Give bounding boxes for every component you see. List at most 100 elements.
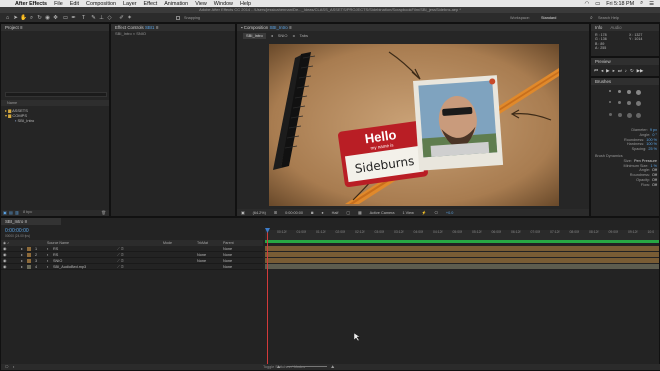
time-ruler[interactable]: 00:12f 01:00f 01:12f 02:00f 02:12f 03:00f 03:1… [265,230,659,240]
project-item-sbi-intro[interactable]: ▪ SBI_Intro [1,118,109,123]
menu-edit[interactable]: Edit [70,1,79,7]
zoom-in-icon[interactable]: ⛰ [331,364,334,370]
track-area[interactable] [265,246,659,276]
camera-tool-icon[interactable]: ◉ [44,15,51,21]
transparency-grid-icon[interactable]: ▦ [358,210,362,215]
label-color-swatch[interactable] [27,253,31,257]
layer-duration-bar[interactable] [265,252,659,257]
snapshot-icon[interactable]: ◙ [311,211,313,215]
visibility-eye-icon[interactable]: ◉ [3,264,6,270]
composition-viewer[interactable]: Hello my name is Sideburns [269,44,559,206]
spotlight-search-icon[interactable]: ⌕ [640,0,643,7]
menu-window[interactable]: Window [214,1,233,7]
rectangle-tool-icon[interactable]: ▭ [62,15,69,21]
bit-depth[interactable]: 8 bpc [23,210,32,214]
puppet-tool-icon[interactable]: ✶ [126,15,133,21]
layer-name[interactable]: SBI_AudioBed.mp3 [53,264,86,270]
interpret-footage-icon[interactable]: ▣ [3,210,7,215]
pan-behind-tool-icon[interactable]: ✥ [52,15,59,21]
brush-presets[interactable] [609,90,643,122]
spacing-value[interactable]: 25 % [648,147,657,152]
comp-mini-flowchart-icon[interactable]: ⎔ [5,364,8,370]
layer-parent[interactable]: None [223,264,232,270]
preview-tab[interactable]: Preview [591,58,659,65]
layer-duration-bar[interactable] [265,264,659,269]
crumb-snio[interactable]: SNIO [278,33,288,39]
menu-help[interactable]: Help [240,1,251,7]
snapping-checkbox[interactable] [176,16,180,20]
crumb-sbi-intro[interactable]: SBI_Intro [243,33,266,39]
layer-duration-bar[interactable] [265,258,659,263]
label-color-swatch[interactable] [27,247,31,251]
menu-composition[interactable]: Composition [86,1,116,7]
rotate-tool-icon[interactable]: ↻ [36,15,43,21]
effect-controls-tab[interactable]: Effect Controls SBI1 ≡ [111,24,235,31]
home-icon[interactable]: ⌂ [4,15,11,21]
loop-icon[interactable]: ↻ [630,68,634,74]
previous-frame-icon[interactable]: ◂ [601,68,603,74]
eraser-tool-icon[interactable]: ◇ [106,15,113,21]
play-icon[interactable]: ▶ [606,68,609,74]
search-help-input[interactable]: Search Help [598,15,619,21]
menu-animation[interactable]: Animation [164,1,188,7]
notification-center-icon[interactable]: ☰ [649,1,654,7]
ram-preview-icon[interactable]: ▶▶ [637,68,644,74]
search-help-icon[interactable]: ⌕ [590,15,593,21]
menu-view[interactable]: View [195,1,207,7]
timeline-tab[interactable]: SBI_Intro ≡ [1,218,61,225]
resolution-dropdown[interactable]: Half [332,211,339,215]
toggle-switches-icon[interactable]: ◐ [13,364,15,370]
trash-icon[interactable]: 🗑 [101,210,106,215]
region-of-interest-icon[interactable]: ▢ [346,210,350,215]
current-time[interactable]: 0:00:00:00 [285,211,303,215]
clock[interactable]: Fri 5:18 PM [606,1,634,7]
exposure-value[interactable]: +0.0 [446,211,454,215]
brush-tool-icon[interactable]: ✎ [90,15,97,21]
fast-previews-icon[interactable]: ⚡ [422,210,427,215]
safe-zones-icon[interactable]: ⊞ [274,210,277,215]
first-frame-icon[interactable]: ⏮ [594,68,598,74]
next-frame-icon[interactable]: ▸ [613,68,615,74]
composition-tab[interactable]: ▪ Composition SBI_Intro ≡ [237,24,589,31]
label-color-swatch[interactable] [27,265,31,269]
workspace-dropdown[interactable]: Standard [541,15,556,21]
roto-brush-tool-icon[interactable]: ✐ [118,15,125,21]
timeline-layer-row[interactable]: ◉ ▸ 4 ▪ SBI_AudioBed.mp3 ⟋ ⊘ None [1,264,263,270]
audio-icon[interactable]: ♪ [625,68,627,74]
battery-icon[interactable]: ▭ [595,1,600,7]
brushes-tab[interactable]: Brushes [591,78,659,85]
new-folder-icon[interactable]: ▤ [9,210,13,215]
label-color-swatch[interactable] [27,259,31,263]
info-tab[interactable]: Info [595,24,602,31]
selection-tool-icon[interactable]: ➤ [12,15,19,21]
zoom-slider[interactable] [287,366,327,367]
view-layout-dropdown[interactable]: 1 View [402,211,413,215]
pen-tool-icon[interactable]: ✒ [70,15,77,21]
new-composition-icon[interactable]: ▥ [15,210,19,215]
always-preview-icon[interactable]: ▣ [241,210,245,215]
zoom-out-icon[interactable]: ⛰ [277,364,280,370]
toggle-switches-modes[interactable]: Toggle Switches / Modes [263,364,305,370]
camera-dropdown[interactable]: Active Camera [370,211,395,215]
zoom-tool-icon[interactable]: ⌕ [28,15,35,21]
crumb-tabs[interactable]: Tabs [300,33,308,39]
flowchart-icon[interactable]: ⎔ [435,210,438,215]
app-menu[interactable]: After Effects [15,1,47,7]
playhead-line[interactable] [267,230,268,364]
clone-stamp-tool-icon[interactable]: ⊥ [98,15,105,21]
work-area-bar[interactable] [265,240,659,243]
expand-arrow-icon[interactable]: ▸ [21,264,23,270]
layer-switches[interactable]: ⟋ ⊘ [117,264,124,270]
project-search-input[interactable] [5,92,107,97]
type-tool-icon[interactable]: T [80,15,87,21]
wifi-icon[interactable]: ◠ [584,1,589,7]
hand-tool-icon[interactable]: ✋ [20,15,27,21]
magnification-dropdown[interactable]: (64.2%) [253,211,266,215]
last-frame-icon[interactable]: ⏭ [618,68,622,74]
layer-duration-bar[interactable] [265,246,659,251]
menu-effect[interactable]: Effect [144,1,158,7]
audio-tab[interactable]: Audio [610,24,621,31]
project-tab[interactable]: Project ≡ [1,24,109,31]
menu-file[interactable]: File [54,1,63,7]
channel-icon[interactable]: ● [321,211,323,215]
